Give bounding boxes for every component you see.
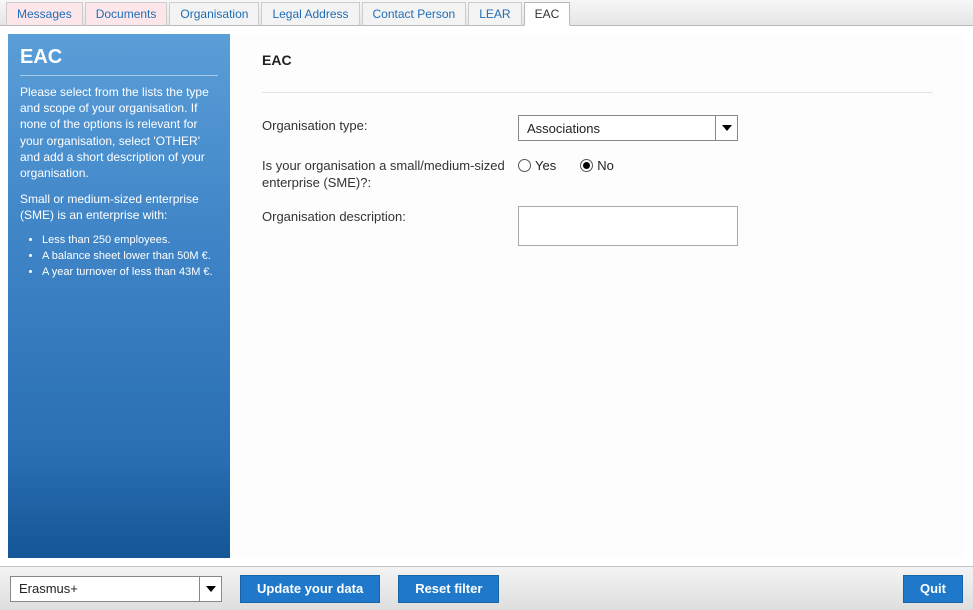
- section-divider: [262, 92, 933, 93]
- row-organisation-type: Organisation type: Associations: [262, 115, 933, 141]
- organisation-description-input[interactable]: [518, 206, 738, 246]
- chevron-down-icon: [715, 116, 737, 140]
- sme-radio-yes[interactable]: Yes: [518, 158, 556, 173]
- list-item: A year turnover of less than 43M €.: [42, 266, 218, 278]
- sidebar-paragraph-1: Please select from the lists the type an…: [20, 84, 218, 181]
- tab-legal-address[interactable]: Legal Address: [261, 2, 359, 26]
- organisation-type-value: Associations: [519, 121, 715, 136]
- radio-icon: [580, 159, 593, 172]
- footer-bar: Erasmus+ Update your data Reset filter Q…: [0, 566, 973, 610]
- chevron-down-icon: [199, 577, 221, 601]
- sidebar-paragraph-2: Small or medium-sized enterprise (SME) i…: [20, 191, 218, 223]
- sidebar-divider: [20, 75, 218, 76]
- page-title: EAC: [262, 52, 933, 68]
- row-sme: Is your organisation a small/medium-size…: [262, 155, 933, 192]
- reset-filter-button[interactable]: Reset filter: [398, 575, 499, 603]
- tab-organisation[interactable]: Organisation: [169, 2, 259, 26]
- quit-button[interactable]: Quit: [903, 575, 963, 603]
- tab-contact-person[interactable]: Contact Person: [362, 2, 467, 26]
- sidebar-list: Less than 250 employees. A balance sheet…: [20, 234, 218, 278]
- list-item: Less than 250 employees.: [42, 234, 218, 246]
- label-description: Organisation description:: [262, 206, 518, 226]
- tab-lear[interactable]: LEAR: [468, 2, 521, 26]
- label-sme: Is your organisation a small/medium-size…: [262, 155, 518, 192]
- tab-messages[interactable]: Messages: [6, 2, 83, 26]
- tab-bar: Messages Documents Organisation Legal Ad…: [0, 0, 973, 26]
- sidebar-title: EAC: [20, 46, 218, 69]
- update-your-data-button[interactable]: Update your data: [240, 575, 380, 603]
- tab-documents[interactable]: Documents: [85, 2, 168, 26]
- sme-radio-no[interactable]: No: [580, 158, 614, 173]
- label-organisation-type: Organisation type:: [262, 115, 518, 135]
- sidebar: EAC Please select from the lists the typ…: [8, 34, 230, 558]
- sme-radio-group: Yes No: [518, 155, 933, 173]
- programme-filter-select[interactable]: Erasmus+: [10, 576, 222, 602]
- radio-label-yes: Yes: [535, 158, 556, 173]
- radio-label-no: No: [597, 158, 614, 173]
- radio-icon: [518, 159, 531, 172]
- row-description: Organisation description:: [262, 206, 933, 249]
- programme-filter-value: Erasmus+: [11, 581, 199, 596]
- main-panel: EAC Organisation type: Associations Is y…: [230, 34, 965, 558]
- list-item: A balance sheet lower than 50M €.: [42, 250, 218, 262]
- tab-eac[interactable]: EAC: [524, 2, 571, 26]
- organisation-type-select[interactable]: Associations: [518, 115, 738, 141]
- content-area: EAC Please select from the lists the typ…: [0, 26, 973, 566]
